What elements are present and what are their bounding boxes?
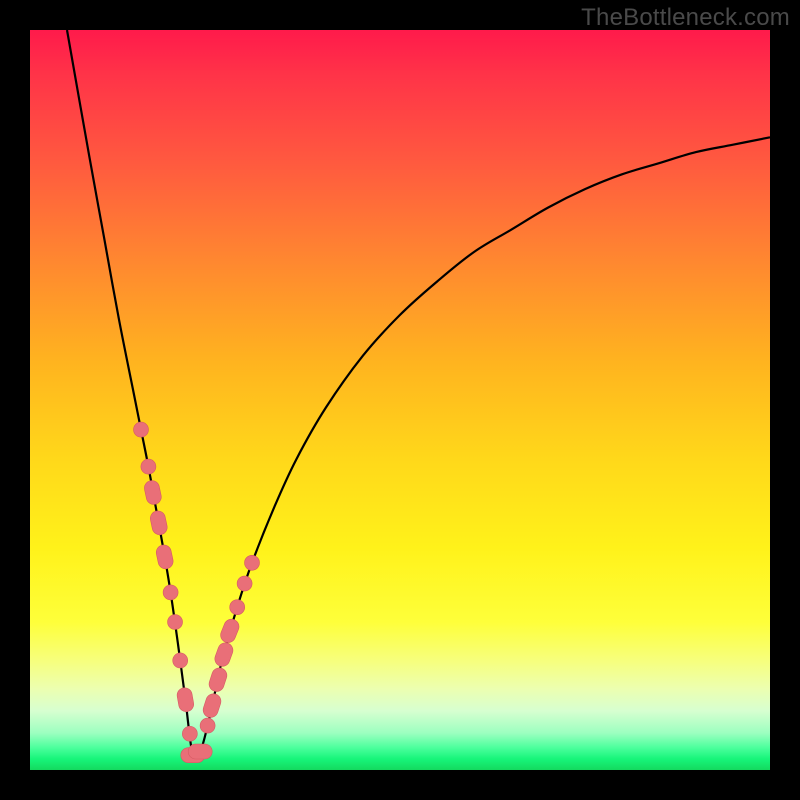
marker-dot — [168, 615, 183, 630]
marker-pill — [201, 692, 223, 719]
marker-pill — [155, 544, 175, 571]
marker-dot — [245, 555, 260, 570]
data-markers — [134, 422, 260, 763]
marker-dot — [230, 600, 245, 615]
marker-dot — [173, 653, 188, 668]
marker-dot — [200, 718, 215, 733]
marker-pill — [143, 479, 163, 506]
marker-dot — [134, 422, 149, 437]
bottleneck-curve — [67, 30, 770, 760]
marker-pill — [188, 744, 212, 759]
plot-area — [30, 30, 770, 770]
marker-pill — [149, 510, 169, 537]
marker-dot — [182, 726, 197, 741]
marker-dot — [237, 576, 252, 591]
chart-svg — [30, 30, 770, 770]
chart-frame: TheBottleneck.com — [0, 0, 800, 800]
marker-pill — [218, 617, 241, 645]
marker-dot — [163, 585, 178, 600]
marker-dot — [141, 459, 156, 474]
marker-pill — [207, 666, 229, 693]
marker-pill — [213, 641, 235, 669]
watermark-text: TheBottleneck.com — [581, 4, 790, 32]
marker-pill — [176, 687, 195, 713]
